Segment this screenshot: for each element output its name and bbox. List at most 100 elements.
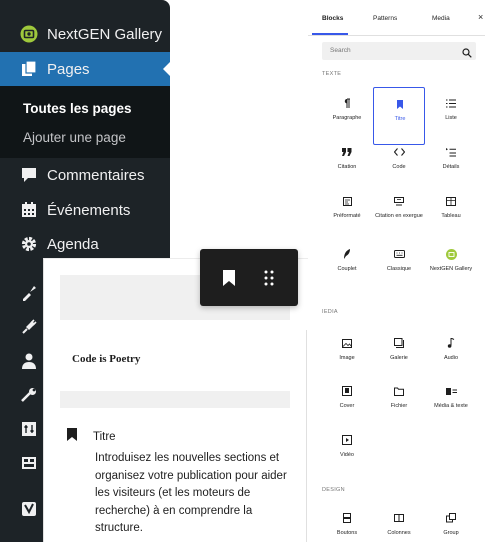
image-icon (321, 337, 373, 349)
block-label: Média & texte (434, 403, 468, 409)
block-table[interactable]: Tableau (425, 185, 477, 243)
drag-handle-icon[interactable] (249, 258, 289, 298)
classic-icon (373, 248, 425, 260)
block-label: Audio (443, 355, 459, 361)
calendar-icon (20, 201, 38, 219)
block-card-header: Titre (66, 428, 116, 446)
tab-blocks[interactable]: Blocks (322, 15, 343, 22)
block-nextgen-gallery[interactable]: NextGEN Gallery (425, 238, 477, 296)
submenu-item-add-page[interactable]: Ajouter une page (23, 130, 126, 145)
group-icon (425, 512, 477, 524)
block-label: Cover (339, 403, 355, 409)
preformatted-icon (321, 195, 373, 207)
search-icon (462, 45, 472, 58)
block-label: Titre (394, 116, 406, 122)
quote-icon (321, 146, 373, 158)
code-icon (373, 146, 425, 158)
block-label: Image (339, 355, 355, 361)
block-label: Code (392, 164, 406, 170)
block-label: Tableau (441, 213, 461, 219)
preview-heading-text: Code is Poetry (72, 353, 141, 365)
tab-patterns[interactable]: Patterns (373, 15, 397, 22)
category-label-media: IEDIA (322, 309, 338, 315)
submenu-item-all-pages[interactable]: Toutes les pages (23, 101, 132, 116)
media-text-icon (425, 385, 477, 397)
nextgen-icon (20, 25, 38, 43)
block-label: Boutons (336, 530, 358, 536)
block-label: Préformaté (333, 213, 361, 219)
block-classic[interactable]: Classique (373, 238, 425, 296)
bookmark-icon (66, 428, 78, 446)
search-placeholder: Search (330, 47, 351, 54)
block-preformatted[interactable]: Préformaté (321, 185, 373, 243)
block-label: NextGEN Gallery (429, 266, 473, 272)
video-icon (321, 434, 373, 446)
details-icon (425, 146, 477, 158)
block-card-title: Titre (93, 431, 116, 443)
block-verse[interactable]: Couplet (321, 238, 373, 296)
block-label: Fichier (390, 403, 408, 409)
pullquote-icon (373, 195, 425, 207)
pages-icon (20, 60, 38, 78)
widget-icon[interactable] (20, 454, 38, 472)
block-label: Paragraphe (332, 115, 362, 121)
plugins-icon[interactable] (20, 318, 38, 336)
block-label: Couplet (337, 266, 357, 272)
block-group[interactable]: Group (425, 502, 477, 542)
category-label-design: DESIGN (322, 487, 345, 493)
list-icon (425, 97, 477, 109)
sidebar-item-label: NextGEN Gallery (47, 25, 163, 43)
sidebar-item-events[interactable]: Événements (0, 193, 170, 227)
block-label: Group (443, 530, 459, 536)
tools-icon[interactable] (20, 386, 38, 404)
panel-divider (306, 330, 307, 542)
block-video[interactable]: Vidéo (321, 424, 373, 482)
settings-icon[interactable] (20, 420, 38, 438)
gallery-icon (373, 337, 425, 349)
block-columns[interactable]: Colonnes (373, 502, 425, 542)
buttons-icon (321, 512, 373, 524)
block-file[interactable]: Fichier (373, 375, 425, 433)
block-card-description: Introduisez les nouvelles sections et or… (95, 452, 287, 534)
file-icon (373, 385, 425, 397)
yoast-icon[interactable] (20, 500, 38, 518)
gear-icon (20, 235, 38, 253)
block-label: Galerie (390, 355, 408, 361)
block-label: Citation (337, 164, 357, 170)
verse-icon (321, 248, 373, 260)
block-label: Citation en exergue (375, 213, 423, 219)
sidebar-item-nextgen-gallery[interactable]: NextGEN Gallery (0, 17, 170, 51)
sidebar-item-label: Événements (47, 201, 131, 219)
appearance-icon[interactable] (20, 284, 38, 302)
close-icon[interactable]: × (478, 12, 483, 22)
block-media-text[interactable]: Média & texte (425, 375, 477, 433)
block-label: Vidéo (340, 452, 354, 458)
block-drag-toolbar (200, 249, 298, 306)
audio-icon (425, 337, 477, 349)
block-pullquote[interactable]: Citation en exergue (373, 185, 425, 243)
screen: NextGEN Gallery Pages Toutes les pages A… (0, 0, 485, 542)
block-label: Détails (442, 164, 460, 170)
columns-icon (373, 512, 425, 524)
tab-media[interactable]: Media (432, 15, 450, 22)
pages-submenu: Toutes les pages Ajouter une page (0, 86, 170, 158)
cover-icon (321, 385, 373, 397)
block-buttons[interactable]: Boutons (321, 502, 373, 542)
sidebar-item-label: Agenda (47, 235, 99, 253)
block-label: Colonnes (387, 530, 411, 536)
users-icon[interactable] (20, 352, 38, 370)
block-label: Classique (386, 266, 412, 272)
table-icon (425, 195, 477, 207)
block-label: Liste (445, 115, 457, 121)
paragraph-icon (321, 97, 373, 109)
bookmark-icon[interactable] (209, 258, 249, 298)
sidebar-item-label: Commentaires (47, 166, 145, 184)
sidebar-item-comments[interactable]: Commentaires (0, 158, 170, 192)
category-label-text: TEXTE (322, 71, 342, 77)
comments-icon (20, 166, 38, 184)
sidebar-item-pages[interactable]: Pages (0, 52, 170, 86)
active-tab-indicator (312, 33, 348, 35)
sidebar-item-agenda[interactable]: Agenda (0, 227, 170, 261)
sidebar-item-label: Pages (47, 60, 90, 78)
heading-icon (374, 98, 426, 110)
